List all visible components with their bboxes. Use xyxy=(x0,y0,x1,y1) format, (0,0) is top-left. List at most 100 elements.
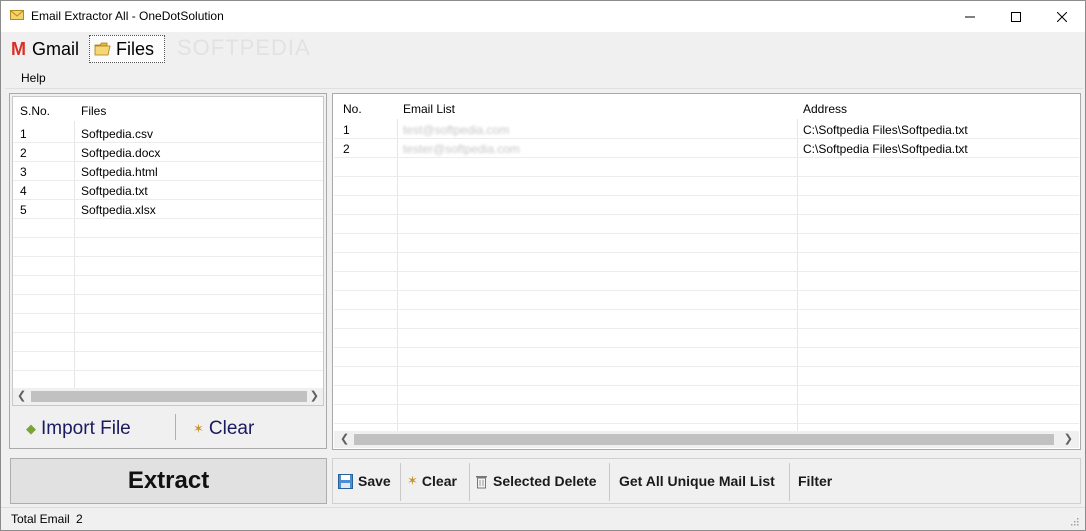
broom-icon: ✶ xyxy=(407,473,418,488)
empty-row xyxy=(334,405,1079,424)
total-email-count: 2 xyxy=(76,512,83,526)
resize-grip-icon[interactable] xyxy=(1069,516,1079,526)
emails-panel: No. Email List Address 1 test@softpedia.… xyxy=(332,93,1081,450)
row-file: Softpedia.txt xyxy=(81,184,148,198)
column-header-address[interactable]: Address xyxy=(803,102,847,116)
row-address: C:\Softpedia Files\Softpedia.txt xyxy=(803,142,968,156)
emails-grid-header: No. Email List Address xyxy=(334,95,1079,119)
divider xyxy=(609,463,610,501)
maximize-button[interactable] xyxy=(993,1,1039,32)
files-actions: ◆ Import File ✶ Clear xyxy=(12,408,324,446)
status-bar: Total Email 2 xyxy=(1,507,1085,530)
app-tab-bar: M Gmail Files SOFTPEDIA xyxy=(1,32,1085,65)
divider xyxy=(175,414,176,440)
window-title: Email Extractor All - OneDotSolution xyxy=(31,9,224,23)
selected-delete-label: Selected Delete xyxy=(493,473,597,489)
extract-button[interactable]: Extract xyxy=(10,458,327,504)
scroll-right-icon[interactable]: ❯ xyxy=(1064,432,1073,445)
empty-row xyxy=(13,219,323,238)
table-row[interactable]: 2 Softpedia.docx xyxy=(13,143,323,162)
row-sno: 4 xyxy=(20,184,27,198)
import-file-label: Import File xyxy=(41,418,131,439)
scroll-left-icon[interactable]: ❮ xyxy=(340,432,349,445)
emails-horizontal-scrollbar[interactable]: ❮ ❯ xyxy=(334,431,1079,448)
empty-row xyxy=(334,215,1079,234)
divider xyxy=(469,463,470,501)
selected-delete-button[interactable]: Selected Delete xyxy=(475,473,597,489)
empty-row xyxy=(13,257,323,276)
scrollbar-thumb[interactable] xyxy=(31,391,307,402)
minimize-icon xyxy=(965,16,975,17)
row-email: tester@softpedia.com xyxy=(403,142,520,156)
clear-files-button[interactable]: ✶ Clear xyxy=(193,418,254,440)
empty-row xyxy=(334,310,1079,329)
empty-row xyxy=(334,329,1079,348)
row-sno: 3 xyxy=(20,165,27,179)
empty-row xyxy=(334,234,1079,253)
tab-gmail[interactable]: M Gmail xyxy=(7,35,83,63)
watermark-logo: SOFTPEDIA xyxy=(177,35,311,60)
save-button[interactable]: Save xyxy=(338,473,391,489)
tab-files-label: Files xyxy=(116,38,155,59)
table-row[interactable]: 1 Softpedia.csv xyxy=(13,124,323,143)
folder-icon xyxy=(94,42,111,56)
row-file: Softpedia.xlsx xyxy=(81,203,156,217)
total-email-label: Total Email xyxy=(11,512,70,526)
empty-row xyxy=(334,196,1079,215)
column-header-sno[interactable]: S.No. xyxy=(20,104,50,118)
column-header-files[interactable]: Files xyxy=(81,104,106,118)
empty-row xyxy=(13,295,323,314)
import-file-button[interactable]: ◆ Import File xyxy=(26,418,131,440)
table-row[interactable]: 3 Softpedia.html xyxy=(13,162,323,181)
clear-files-label: Clear xyxy=(208,418,255,439)
table-row[interactable]: 4 Softpedia.txt xyxy=(13,181,323,200)
tab-files[interactable]: Files xyxy=(89,35,165,63)
empty-row xyxy=(334,158,1079,177)
close-icon xyxy=(1057,11,1067,22)
table-row[interactable]: 2 tester@softpedia.com C:\Softpedia File… xyxy=(334,139,1079,158)
filter-button[interactable]: Filter xyxy=(798,473,832,489)
table-row[interactable]: 5 Softpedia.xlsx xyxy=(13,200,323,219)
empty-row xyxy=(13,276,323,295)
trash-icon xyxy=(476,475,487,488)
scroll-right-icon[interactable]: ❯ xyxy=(310,389,319,402)
row-no: 2 xyxy=(343,142,350,156)
broom-icon: ✶ xyxy=(193,421,204,436)
row-email: test@softpedia.com xyxy=(403,123,510,137)
close-button[interactable] xyxy=(1039,1,1085,32)
row-file: Softpedia.html xyxy=(81,165,158,179)
email-toolbar: Save ✶ Clear Selected Delete Get All Uni… xyxy=(332,458,1081,504)
column-header-email-list[interactable]: Email List xyxy=(403,102,455,116)
gmail-icon: M xyxy=(11,38,26,59)
menu-bar: Help xyxy=(5,67,1083,89)
row-file: Softpedia.csv xyxy=(81,127,154,141)
app-envelope-icon xyxy=(10,10,24,20)
files-grid-header: S.No. Files xyxy=(13,97,323,121)
empty-row xyxy=(13,352,323,371)
row-sno: 5 xyxy=(20,203,27,217)
emails-grid[interactable]: No. Email List Address 1 test@softpedia.… xyxy=(334,95,1079,431)
scrollbar-thumb[interactable] xyxy=(354,434,1054,445)
empty-row xyxy=(13,314,323,333)
save-label: Save xyxy=(358,473,391,489)
empty-row xyxy=(13,333,323,352)
table-row[interactable]: 1 test@softpedia.com C:\Softpedia Files\… xyxy=(334,120,1079,139)
minimize-button[interactable] xyxy=(947,1,993,32)
empty-row xyxy=(334,367,1079,386)
files-grid[interactable]: S.No. Files 1 Softpedia.csv 2 Softpedia.… xyxy=(12,96,324,406)
import-file-icon: ◆ xyxy=(26,421,36,436)
divider xyxy=(789,463,790,501)
empty-row xyxy=(334,177,1079,196)
clear-emails-button[interactable]: ✶ Clear xyxy=(407,473,457,489)
divider xyxy=(400,463,401,501)
row-no: 1 xyxy=(343,123,350,137)
get-unique-mail-button[interactable]: Get All Unique Mail List xyxy=(619,473,775,489)
filter-label: Filter xyxy=(798,473,833,489)
row-sno: 1 xyxy=(20,127,27,141)
empty-row xyxy=(334,253,1079,272)
scroll-left-icon[interactable]: ❮ xyxy=(17,389,26,402)
column-header-no[interactable]: No. xyxy=(343,102,362,116)
files-horizontal-scrollbar[interactable]: ❮ ❯ xyxy=(13,388,323,405)
menu-help[interactable]: Help xyxy=(21,71,46,85)
clear-emails-label: Clear xyxy=(421,473,457,489)
